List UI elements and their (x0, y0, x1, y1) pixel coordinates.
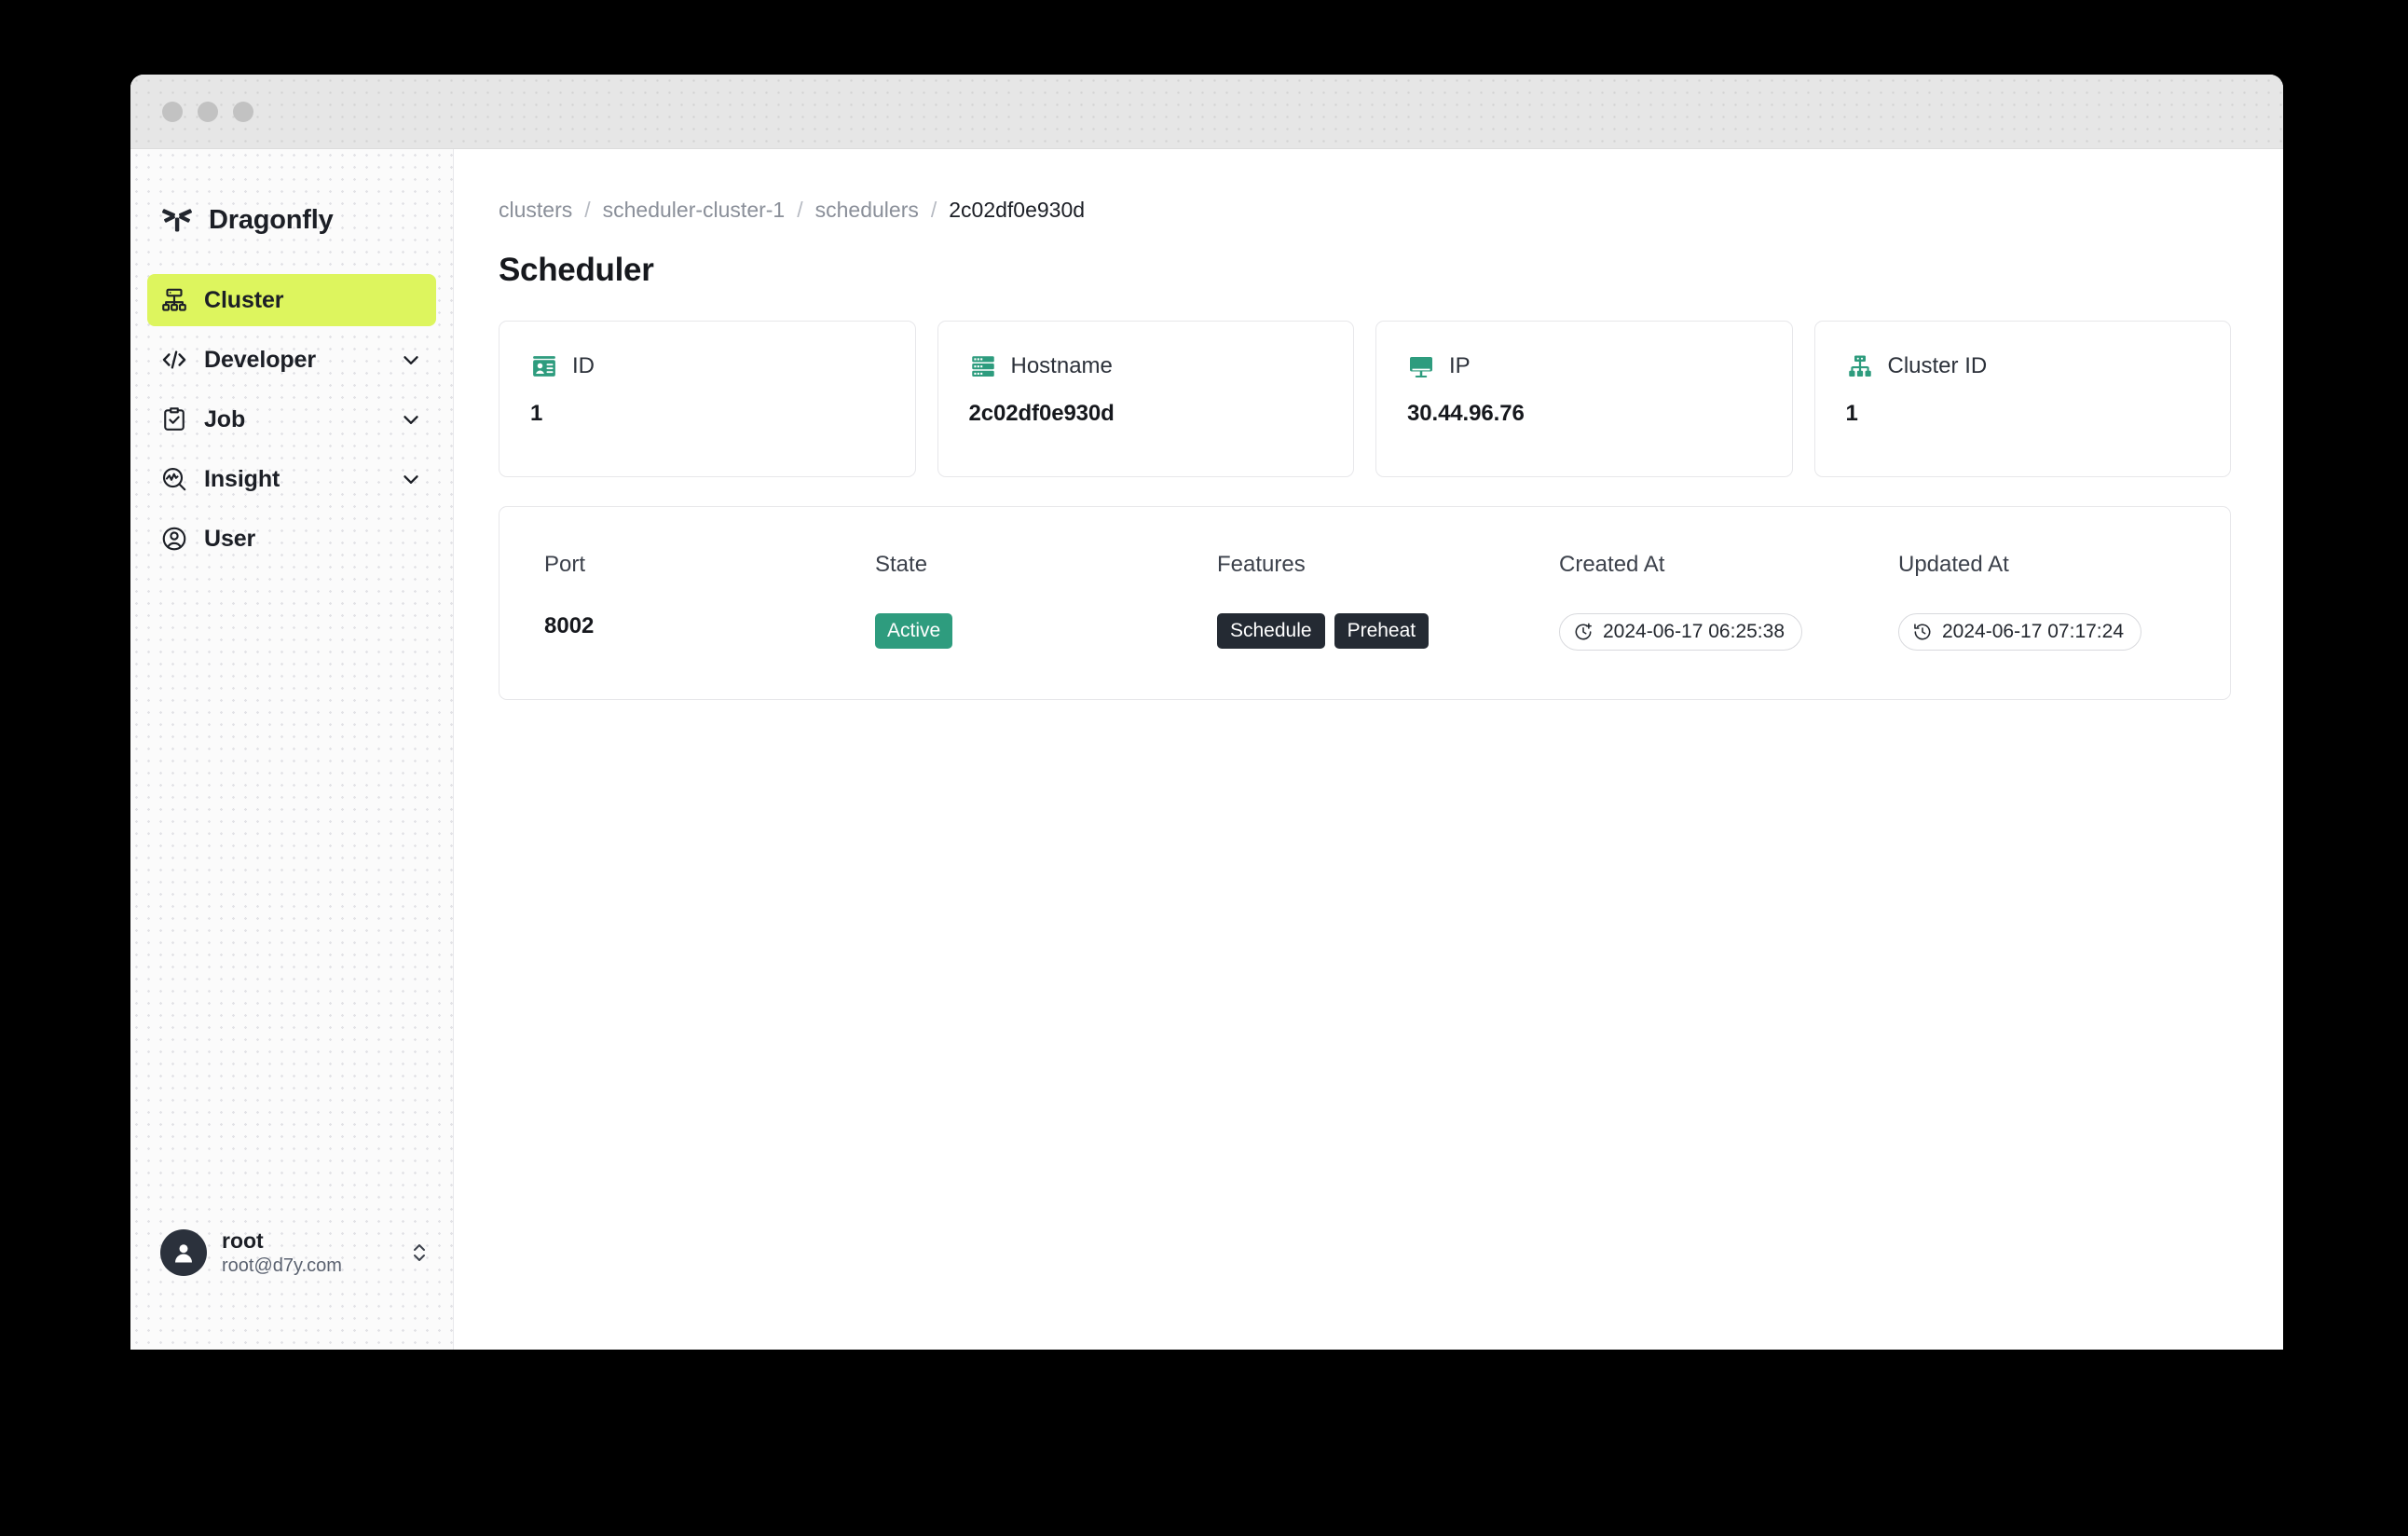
sidebar-item-label: Job (204, 405, 246, 432)
sidebar-item-label: User (204, 525, 256, 552)
sidebar-item-developer[interactable]: Developer (147, 334, 436, 386)
sidebar-item-label: Cluster (204, 286, 284, 313)
feature-badges: Schedule Preheat (1217, 613, 1559, 649)
info-card-value: 2c02df0e930d (968, 401, 1115, 426)
column-header: State (875, 552, 928, 577)
sidebar-item-insight[interactable]: Insight (147, 453, 436, 505)
detail-column-updated-at: Updated At 2024-06-17 07:17:24 (1898, 552, 2185, 651)
info-card-value: 30.44.96.76 (1407, 401, 1525, 426)
main-content: clusters / scheduler-cluster-1 / schedul… (454, 149, 2283, 1350)
cluster-icon (160, 286, 188, 314)
created-at-value: 2024-06-17 06:25:38 (1603, 621, 1785, 642)
app-window: Dragonfly Cluster Developer Job Insight … (130, 75, 2283, 1350)
clock-history-icon (1912, 622, 1933, 642)
code-icon (160, 346, 188, 374)
feature-badge-preheat: Preheat (1334, 613, 1430, 649)
column-header: Created At (1559, 552, 1665, 577)
breadcrumb-item-clusters[interactable]: clusters (499, 198, 572, 223)
id-card-icon (530, 352, 558, 380)
breadcrumb-separator: / (584, 198, 591, 222)
info-card-header: Cluster ID (1846, 352, 2200, 380)
sidebar-item-cluster[interactable]: Cluster (147, 274, 436, 326)
info-card-header: Hostname (969, 352, 1323, 380)
port-value: 8002 (544, 613, 595, 638)
info-card-hostname: Hostname 2c02df0e930d (937, 321, 1354, 477)
detail-column-port: Port 8002 (544, 552, 875, 651)
insight-search-icon (160, 465, 188, 493)
breadcrumb-separator: / (797, 198, 803, 222)
feature-badge-schedule: Schedule (1217, 613, 1325, 649)
chevron-down-icon[interactable] (399, 407, 423, 432)
sidebar-nav: Cluster Developer Job Insight User (130, 274, 453, 565)
user-email: root@d7y.com (222, 1255, 342, 1276)
user-circle-icon (160, 525, 188, 553)
info-card-header: ID (530, 352, 884, 380)
column-header: Port (544, 552, 586, 577)
breadcrumb-separator: / (930, 198, 937, 222)
chevron-up-down-icon[interactable] (410, 1239, 429, 1267)
info-card-value: 1 (1845, 401, 1858, 426)
user-switcher[interactable]: root root@d7y.com (130, 1228, 453, 1277)
breadcrumb-item-scheduler-cluster-1[interactable]: scheduler-cluster-1 (603, 198, 786, 223)
window-titlebar (130, 75, 2283, 149)
info-card-value: 1 (530, 401, 543, 426)
avatar (160, 1229, 207, 1276)
detail-column-state: State Active (875, 552, 1217, 651)
app-body: Dragonfly Cluster Developer Job Insight … (130, 149, 2283, 1350)
clipboard-check-icon (160, 405, 188, 433)
user-name: root (222, 1228, 264, 1253)
brand-name: Dragonfly (209, 204, 334, 235)
chevron-down-icon[interactable] (399, 467, 423, 491)
close-button[interactable] (162, 101, 183, 122)
server-rack-icon (969, 352, 997, 380)
user-meta: root root@d7y.com (222, 1228, 395, 1277)
info-cards: ID 1 Hostname 2c02df0e930d IP 30.44.96.7… (499, 321, 2231, 477)
sidebar-item-label: Developer (204, 346, 316, 373)
breadcrumb-item-current: 2c02df0e930d (949, 198, 1086, 222)
maximize-button[interactable] (233, 101, 253, 122)
updated-at-value: 2024-06-17 07:17:24 (1942, 621, 2124, 642)
info-card-label: ID (572, 353, 595, 378)
info-card-header: IP (1407, 352, 1761, 380)
info-card-label: Hostname (1010, 353, 1113, 378)
created-at-chip: 2024-06-17 06:25:38 (1559, 613, 1802, 651)
info-card-label: Cluster ID (1887, 353, 1988, 378)
info-card-cluster-id: Cluster ID 1 (1813, 321, 2231, 477)
info-card-id: ID 1 (499, 321, 916, 477)
page-title: Scheduler (499, 252, 654, 288)
sidebar: Dragonfly Cluster Developer Job Insight … (130, 149, 454, 1350)
info-card-ip: IP 30.44.96.76 (1375, 321, 1793, 477)
status-badge: Active (875, 613, 953, 649)
sidebar-item-user[interactable]: User (147, 513, 436, 565)
info-card-label: IP (1449, 353, 1471, 378)
brand[interactable]: Dragonfly (130, 149, 453, 246)
detail-column-features: Features Schedule Preheat (1217, 552, 1559, 651)
clock-plus-icon (1573, 622, 1594, 642)
chevron-down-icon[interactable] (399, 348, 423, 372)
monitor-icon (1407, 352, 1435, 380)
sidebar-item-label: Insight (204, 465, 280, 492)
column-header: Updated At (1898, 552, 2009, 577)
detail-grid: Port 8002 State Active Features Schedule… (544, 552, 2185, 651)
breadcrumb-item-schedulers[interactable]: schedulers (815, 198, 919, 223)
sidebar-item-job[interactable]: Job (147, 393, 436, 446)
updated-at-chip: 2024-06-17 07:17:24 (1898, 613, 2141, 651)
breadcrumb: clusters / scheduler-cluster-1 / schedul… (499, 198, 2231, 223)
dragonfly-logo-icon (160, 203, 194, 237)
column-header: Features (1217, 552, 1306, 577)
minimize-button[interactable] (198, 101, 218, 122)
cluster-nodes-icon (1846, 352, 1874, 380)
scheduler-detail-panel: Port 8002 State Active Features Schedule… (499, 506, 2231, 700)
detail-column-created-at: Created At 2024-06-17 06:25:38 (1559, 552, 1898, 651)
